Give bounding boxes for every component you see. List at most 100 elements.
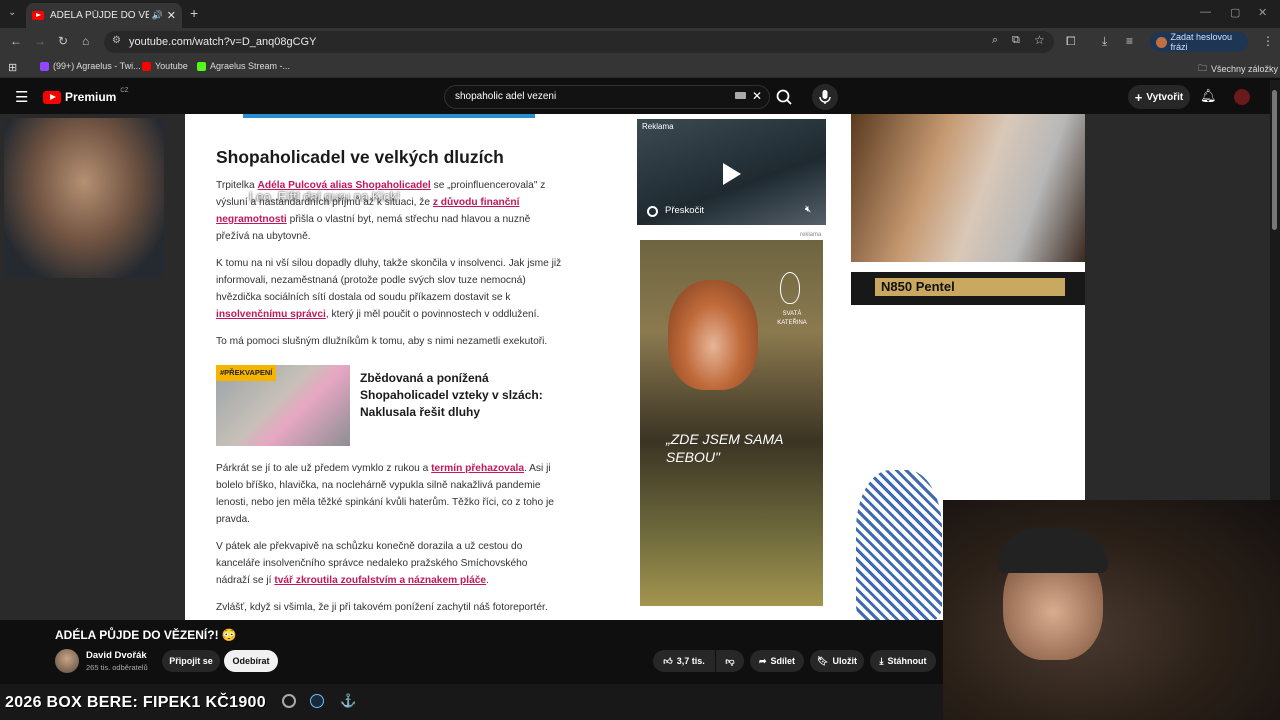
site-info-icon[interactable]: ⚙ <box>112 35 121 46</box>
obs-icon[interactable] <box>282 694 296 708</box>
dislike-button[interactable]: 👎︎ <box>716 650 744 672</box>
ad-model-image <box>668 280 758 390</box>
tab-search-icon[interactable]: ⌄ <box>8 7 16 18</box>
youtube-favicon-icon <box>32 11 44 20</box>
pentel-marker-image: N850 Pentel <box>851 272 1085 305</box>
subscribe-button[interactable]: Odebírat <box>224 650 278 672</box>
webcam-left-image <box>4 118 164 278</box>
video-info: ADÉLA PŮJDE DO VĚZENÍ?! 😳 David Dvořák 2… <box>0 620 943 684</box>
bookmark-label: Youtube <box>155 61 188 71</box>
drop-logo-icon <box>780 272 800 304</box>
speaker-icon[interactable]: 🔊 <box>152 10 163 21</box>
article-page: Leo, Eiftl dal guru na Kick! Shopaholica… <box>185 114 630 620</box>
url-text[interactable]: youtube.com/watch?v=D_anq08gCGY <box>129 36 316 48</box>
voice-search-button[interactable] <box>812 84 838 110</box>
browser-tab-bar: ⌄ ADÉLA PŮJDE DO VĚZENÍ?! 🔊 ✕ + — ▢ ✕ <box>0 0 1280 28</box>
clear-search-icon[interactable]: ✕ <box>752 89 762 103</box>
like-button[interactable]: 👍︎ 3,7 tis. <box>653 650 715 672</box>
youtube-premium-logo[interactable]: Premium CZ <box>43 88 128 104</box>
create-button[interactable]: + Vytvořit <box>1128 85 1190 109</box>
search-input[interactable]: shopaholic adel vezeni ✕ <box>444 85 770 109</box>
back-icon[interactable]: ← <box>10 34 22 48</box>
tab-title: ADÉLA PŮJDE DO VĚZENÍ?! <box>50 10 149 21</box>
link-tvar-zkroutila[interactable]: tvář zkroutila zoufalstvím a náznakem pl… <box>274 575 486 586</box>
search-icon <box>776 89 792 105</box>
skip-ad-button[interactable]: Přeskočit <box>665 205 704 216</box>
play-icon[interactable] <box>723 163 741 185</box>
paragraph-1: Trpitelka Adéla Pulcová alias Shopaholic… <box>216 180 546 242</box>
taskbar-app-icon[interactable]: ⚓ <box>340 693 356 709</box>
close-tab-icon[interactable]: ✕ <box>167 9 176 22</box>
bookmark-kick[interactable]: Agraelus Stream -... <box>197 61 290 71</box>
bookmark-youtube[interactable]: Youtube <box>142 61 188 71</box>
mute-icon[interactable]: 🔇︎ <box>805 204 811 215</box>
save-button[interactable]: 🔖︎ Uložit <box>810 650 864 672</box>
page-scrollbar[interactable] <box>1270 80 1280 500</box>
paragraph-2: K tomu na ni vší silou dopadly dluhy, ta… <box>216 258 562 320</box>
search-query: shopaholic adel vezeni <box>455 91 557 102</box>
steam-icon[interactable] <box>310 694 324 708</box>
all-bookmarks-label: Všechny záložky <box>1211 64 1279 74</box>
keyboard-icon[interactable] <box>735 92 746 99</box>
article-top-bar <box>243 114 535 118</box>
minimize-icon[interactable]: — <box>1200 6 1211 18</box>
install-app-icon[interactable]: ⧉ <box>1012 34 1020 47</box>
channel-avatar[interactable] <box>55 649 79 673</box>
join-button[interactable]: Připojit se <box>162 650 220 672</box>
bookmark-star-icon[interactable]: ☆ <box>1034 33 1045 47</box>
share-icon: ➦ <box>758 655 767 666</box>
bookmark-label: (99+) Agraelus - Twi... <box>53 61 141 71</box>
vase-image <box>856 470 942 620</box>
menu-kebab-icon[interactable]: ⋮ <box>1262 34 1274 48</box>
paragraph-6: Zvlášť, když si všimla, že ji při takové… <box>216 602 548 613</box>
download-icon: ⤓ <box>879 655 884 666</box>
apps-grid-icon[interactable]: ⊞ <box>8 61 17 74</box>
youtube-logo-icon <box>43 90 61 104</box>
zoom-icon[interactable]: ⌕ <box>992 34 998 47</box>
maximize-icon[interactable]: ▢ <box>1230 6 1240 19</box>
link-insolvencni-spravce[interactable]: insolvenčnímu správci <box>216 309 326 320</box>
profile-chip[interactable]: Zadat heslovou frázi <box>1150 32 1248 52</box>
youtube-header: ☰ Premium CZ shopaholic adel vezeni ✕ + V… <box>0 80 1280 114</box>
share-button[interactable]: ➦ Sdílet <box>750 650 804 672</box>
plus-icon: + <box>1134 89 1143 105</box>
link-termin-prehazovala[interactable]: termín přehazovala <box>431 463 524 474</box>
video-title: ADÉLA PŮJDE DO VĚZENÍ?! 😳 <box>55 628 237 642</box>
notifications-bell-icon[interactable]: 🔔︎ <box>1200 88 1217 104</box>
bookmark-twitch[interactable]: (99+) Agraelus - Twi... <box>40 61 141 71</box>
article-title: Shopaholicadel ve velkých dluzích <box>216 147 504 167</box>
downloads-icon[interactable]: ⤓ <box>1102 34 1107 49</box>
ad2-label: reklama <box>800 232 822 238</box>
forward-icon[interactable]: → <box>34 34 46 48</box>
close-window-icon[interactable]: ✕ <box>1258 6 1267 19</box>
extensions-icon[interactable]: ⧠ <box>1066 34 1076 49</box>
new-tab-icon[interactable]: + <box>190 5 198 21</box>
omnibox[interactable]: ⚙ youtube.com/watch?v=D_anq08gCGY ⌕ ⧉ ☆ <box>104 31 1054 53</box>
reload-icon[interactable]: ↻ <box>58 34 68 48</box>
folder-icon: 🗀 <box>1198 63 1208 73</box>
search-button[interactable] <box>772 85 796 109</box>
banner-ad[interactable]: SVATÁ KATEŘINA „ZDE JSEM SAMA SEBOU" <box>640 240 823 606</box>
pentel-label: N850 Pentel <box>875 278 1065 296</box>
webcam-bottom-right-image <box>943 500 1280 720</box>
home-icon[interactable]: ⌂ <box>82 34 89 48</box>
video-ad[interactable]: Reklama Přeskočit 🔇︎ <box>637 119 826 225</box>
avatar[interactable] <box>1234 89 1250 105</box>
related-article-title[interactable]: Zbědovaná a ponížená Shopaholicadel vzte… <box>360 370 560 421</box>
related-article-tag: #PŘEKVAPENÍ <box>216 365 277 381</box>
save-icon: 🔖︎ <box>817 655 829 666</box>
download-button[interactable]: ⤓ Stáhnout <box>870 650 936 672</box>
hamburger-menu-icon[interactable]: ☰ <box>15 88 28 106</box>
subscriber-count: 265 tis. odběratelů <box>86 663 148 672</box>
ad-label: Reklama <box>642 122 674 131</box>
link-adela-pulcova[interactable]: Adéla Pulcová alias Shopaholicadel <box>258 180 431 191</box>
create-label: Vytvořit <box>1146 91 1184 103</box>
scrollbar-thumb[interactable] <box>1272 90 1277 230</box>
ad-brand: SVATÁ KATEŘINA <box>777 311 807 326</box>
profile-chip-label: Zadat heslovou frázi <box>1170 32 1233 52</box>
all-bookmarks[interactable]: 🗀 Všechny záložky <box>1198 61 1278 77</box>
tab-active[interactable]: ADÉLA PŮJDE DO VĚZENÍ?! 🔊 ✕ <box>26 3 182 28</box>
channel-name[interactable]: David Dvořák <box>86 650 147 661</box>
twitch-icon <box>40 61 49 71</box>
media-control-icon[interactable]: ≡ <box>1126 34 1133 48</box>
